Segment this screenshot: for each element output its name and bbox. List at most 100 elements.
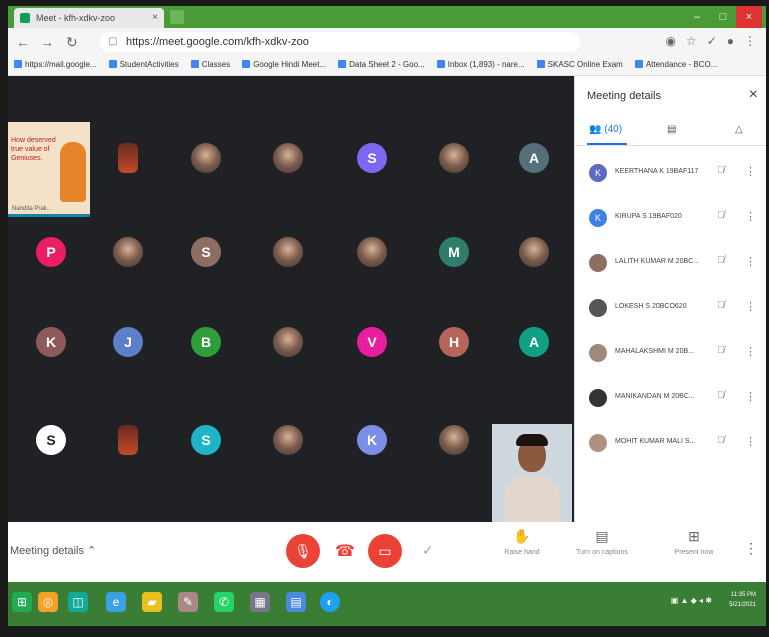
more-options-icon[interactable]: ⋮ <box>744 540 758 557</box>
participant-tile[interactable]: S <box>344 130 400 186</box>
participant-tile[interactable] <box>100 224 156 280</box>
extension-icon[interactable]: ✓ <box>707 34 717 48</box>
tab-chat[interactable]: ▤ <box>667 124 676 135</box>
mic-muted-icon[interactable]: 🎙̸ <box>717 255 725 266</box>
reload-icon[interactable]: ↻ <box>66 34 78 51</box>
participant-tile[interactable]: A <box>506 130 562 186</box>
participant-tile[interactable] <box>100 130 156 186</box>
star-icon[interactable]: ☆ <box>686 34 697 48</box>
tab-title: Meet - kfh-xdkv-zoo <box>36 13 116 23</box>
participant-tile[interactable]: J <box>100 314 156 370</box>
more-icon[interactable]: ⋮ <box>745 345 756 358</box>
raise-hand-button[interactable]: ✋ Raise hand <box>492 528 552 556</box>
participant-tile[interactable]: K <box>23 314 79 370</box>
bookmark[interactable]: Attendance - BCO... <box>635 60 718 71</box>
hangup-icon[interactable]: ☎ <box>328 534 362 568</box>
participant-row[interactable]: LOKESH S 20BCO620 🎙̸ ⋮ <box>575 291 766 336</box>
more-icon[interactable]: ⋮ <box>745 435 756 448</box>
participant-row[interactable]: K KIRUPA S 19BAF020 🎙̸ ⋮ <box>575 201 766 246</box>
close-icon[interactable]: × <box>749 86 758 104</box>
address-bar[interactable]: ▢ https://meet.google.com/kfh-xdkv-zoo <box>100 32 580 52</box>
mic-off-icon[interactable]: 🎙 <box>286 534 320 568</box>
bookmark[interactable]: Inbox (1,893) - nare... <box>437 60 525 71</box>
bookmark[interactable]: Classes <box>191 60 230 71</box>
bookmark[interactable]: SKASC Online Exam <box>537 60 623 71</box>
browser-tab[interactable]: Meet - kfh-xdkv-zoo × <box>14 8 164 28</box>
bookmark[interactable]: StudentActivities <box>109 60 179 71</box>
participant-tile[interactable] <box>178 130 234 186</box>
folder-icon[interactable]: ▰ <box>142 592 162 612</box>
mic-muted-icon[interactable]: 🎙̸ <box>717 300 725 311</box>
participant-row[interactable]: K KEERTHANA K 19BAF117 🎙̸ ⋮ <box>575 156 766 201</box>
forward-icon[interactable]: → <box>40 34 54 50</box>
mic-muted-icon[interactable]: 🎙̸ <box>717 435 725 446</box>
participant-tile[interactable]: K <box>344 412 400 468</box>
chrome-taskbar-icon[interactable]: ◎ <box>38 592 58 612</box>
mic-muted-icon[interactable]: 🎙̸ <box>717 210 725 221</box>
ie-icon[interactable]: e <box>106 592 126 612</box>
participant-tile[interactable]: S <box>23 412 79 468</box>
participant-row[interactable]: LALITH KUMAR M 20BC... 🎙̸ ⋮ <box>575 246 766 291</box>
mic-muted-icon[interactable]: 🎙̸ <box>717 345 725 356</box>
participant-row[interactable]: MAHALAKSHMI M 20B... 🎙̸ ⋮ <box>575 336 766 381</box>
window-close-icon[interactable]: × <box>736 6 762 28</box>
participant-tile[interactable] <box>426 130 482 186</box>
maximize-icon[interactable]: □ <box>710 6 736 28</box>
participant-tile[interactable]: S <box>178 224 234 280</box>
new-tab-button[interactable] <box>170 10 184 24</box>
more-icon[interactable]: ⋮ <box>745 255 756 268</box>
menu-icon[interactable]: ⋮ <box>744 34 756 48</box>
participant-tile[interactable] <box>100 412 156 468</box>
participant-name: MOHIT KUMAR MALI S... <box>615 438 696 445</box>
participant-row[interactable]: MANIKANDAN M 20BC... 🎙̸ ⋮ <box>575 381 766 426</box>
store-icon[interactable]: ◫ <box>68 592 88 612</box>
calculator-icon[interactable]: ▦ <box>250 592 270 612</box>
camera-icon[interactable]: ◉ <box>665 34 675 48</box>
mic-muted-icon[interactable]: 🎙̸ <box>717 165 725 176</box>
participant-tile[interactable] <box>506 224 562 280</box>
tab-people[interactable]: 👥 (40) <box>589 124 622 135</box>
participant-tile[interactable]: V <box>344 314 400 370</box>
bookmark[interactable]: https://mail.google... <box>14 60 97 71</box>
participant-tile[interactable] <box>344 224 400 280</box>
more-icon[interactable]: ⋮ <box>745 165 756 178</box>
bookmark[interactable]: Data Sheet 2 - Goo... <box>338 60 425 71</box>
participant-tile[interactable]: P <box>23 224 79 280</box>
mic-muted-icon[interactable]: 🎙̸ <box>717 390 725 401</box>
more-icon[interactable]: ⋮ <box>745 210 756 223</box>
participant-tile[interactable]: H <box>426 314 482 370</box>
self-view-camera[interactable] <box>492 424 572 522</box>
start-icon[interactable]: ⊞ <box>12 592 32 612</box>
participant-tile[interactable]: A <box>506 314 562 370</box>
clock: 11:35 PM 5/21/2021 <box>729 590 756 610</box>
bookmark[interactable]: Google Hindi Meet... <box>242 60 326 71</box>
whatsapp-icon[interactable]: ✆ <box>214 592 234 612</box>
participant-tile[interactable]: S <box>178 412 234 468</box>
participant-tile[interactable] <box>260 224 316 280</box>
app-icon[interactable]: ✎ <box>178 592 198 612</box>
meeting-details-button[interactable]: Meeting details ⌃ <box>10 544 96 557</box>
participant-tile[interactable]: M <box>426 224 482 280</box>
tab-close-icon[interactable]: × <box>152 12 158 23</box>
profile-icon[interactable]: ● <box>727 34 734 48</box>
participant-tile[interactable] <box>260 314 316 370</box>
participant-tile[interactable]: B <box>178 314 234 370</box>
more-icon[interactable]: ⋮ <box>745 300 756 313</box>
participant-row[interactable]: MOHIT KUMAR MALI S... 🎙̸ ⋮ <box>575 426 766 471</box>
participant-tile[interactable] <box>426 412 482 468</box>
participant-tile[interactable] <box>260 130 316 186</box>
participant-tile[interactable] <box>260 412 316 468</box>
camera-off-icon[interactable]: ▭ <box>368 534 402 568</box>
participant-photo <box>273 237 303 267</box>
present-button[interactable]: ⊞ Present now <box>664 528 724 556</box>
meet-app-icon[interactable]: ◐ <box>320 592 340 612</box>
minimize-icon[interactable]: – <box>684 6 710 28</box>
lock-icon: ▢ <box>108 36 118 47</box>
files-icon[interactable]: ▤ <box>286 592 306 612</box>
back-icon[interactable]: ← <box>16 34 30 50</box>
captions-button[interactable]: ▤ Turn on captions <box>572 528 632 556</box>
presentation-tile[interactable]: How deserved true value of Geniuses. Nan… <box>8 122 90 217</box>
tab-activities[interactable]: △ <box>735 124 743 135</box>
participant-photo <box>113 237 143 267</box>
more-icon[interactable]: ⋮ <box>745 390 756 403</box>
